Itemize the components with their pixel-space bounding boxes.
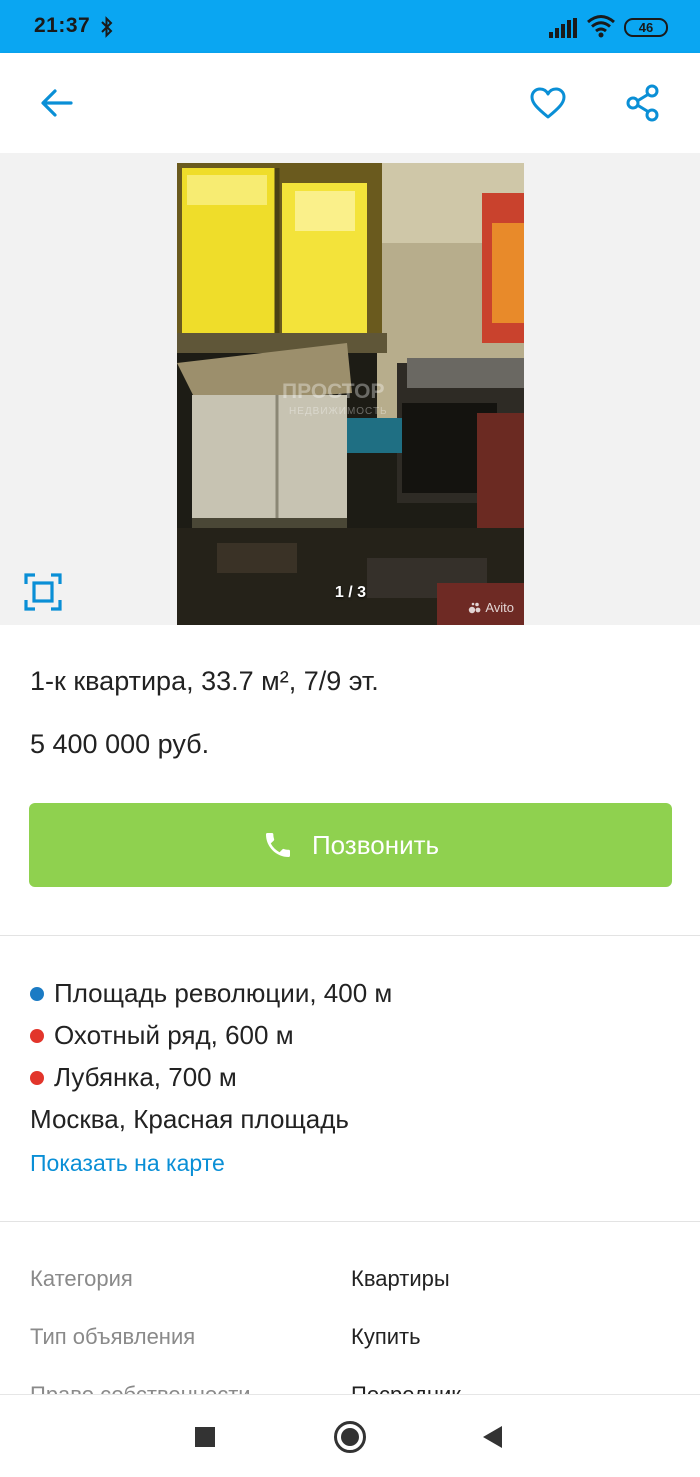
- metro-line-dot: [30, 1028, 44, 1043]
- metro-line-dot: [30, 1070, 44, 1085]
- photo-gallery[interactable]: ПРОСТОР НЕДВИЖИМОСТЬ 1 / 3 Avito: [0, 153, 700, 625]
- avito-label: Avito: [485, 600, 514, 615]
- metro-line-dot: [30, 986, 44, 1001]
- back-nav-button[interactable]: [470, 1415, 514, 1459]
- call-button[interactable]: Позвонить: [29, 803, 672, 887]
- wifi-icon: [586, 14, 616, 43]
- metro-station: Площадь революции, 400 м: [30, 978, 392, 1009]
- param-value: Квартиры: [351, 1266, 450, 1291]
- status-time: 21:37: [34, 14, 91, 37]
- listing-title: 1-к квартира, 33.7 м², 7/9 эт.: [30, 666, 379, 696]
- home-button[interactable]: [328, 1415, 372, 1459]
- param-label: Тип объявления: [30, 1324, 196, 1349]
- listing-photo[interactable]: ПРОСТОР НЕДВИЖИМОСТЬ 1 / 3 Avito: [177, 163, 524, 625]
- section-divider: [0, 1221, 700, 1222]
- address: Москва, Красная площадь: [30, 1104, 349, 1134]
- circle-icon: [334, 1421, 366, 1453]
- triangle-back-icon: [483, 1426, 502, 1448]
- param-value: Купить: [351, 1324, 421, 1349]
- recents-button[interactable]: [183, 1415, 227, 1459]
- section-divider: [0, 935, 700, 936]
- bluetooth-icon: [100, 16, 114, 43]
- metro-station: Лубянка, 700 м: [30, 1062, 237, 1093]
- fullscreen-button[interactable]: [22, 571, 64, 613]
- arrow-left-icon: [41, 89, 73, 117]
- fullscreen-icon: [24, 573, 62, 611]
- favorite-button[interactable]: [520, 75, 576, 131]
- back-button[interactable]: [29, 75, 85, 131]
- avito-logo-icon: [469, 602, 481, 613]
- call-button-label: Позвонить: [311, 829, 440, 860]
- square-icon: [195, 1427, 215, 1447]
- system-nav-bar: [0, 1394, 700, 1477]
- metro-station: Охотный ряд, 600 м: [30, 1020, 294, 1051]
- share-button[interactable]: [615, 75, 671, 131]
- battery-indicator: 46: [624, 18, 668, 37]
- metro-station-label: Лубянка, 700 м: [54, 1062, 237, 1092]
- metro-station-label: Площадь революции, 400 м: [54, 978, 393, 1008]
- signal-icon: [549, 18, 577, 43]
- show-on-map-link[interactable]: Показать на карте: [30, 1150, 225, 1177]
- heart-icon: [530, 87, 566, 119]
- app-bar: [0, 53, 700, 153]
- photo-watermark-sub: НЕДВИЖИМОСТЬ: [289, 406, 388, 417]
- share-icon: [626, 84, 659, 122]
- phone-icon: [265, 833, 290, 857]
- metro-station-label: Охотный ряд, 600 м: [54, 1020, 294, 1050]
- listing-price: 5 400 000 руб.: [30, 729, 210, 759]
- photo-watermark: ПРОСТОР: [282, 380, 385, 403]
- param-label: Категория: [30, 1266, 133, 1291]
- avito-watermark: Avito: [468, 600, 514, 615]
- status-bar: 21:37 46: [0, 0, 700, 53]
